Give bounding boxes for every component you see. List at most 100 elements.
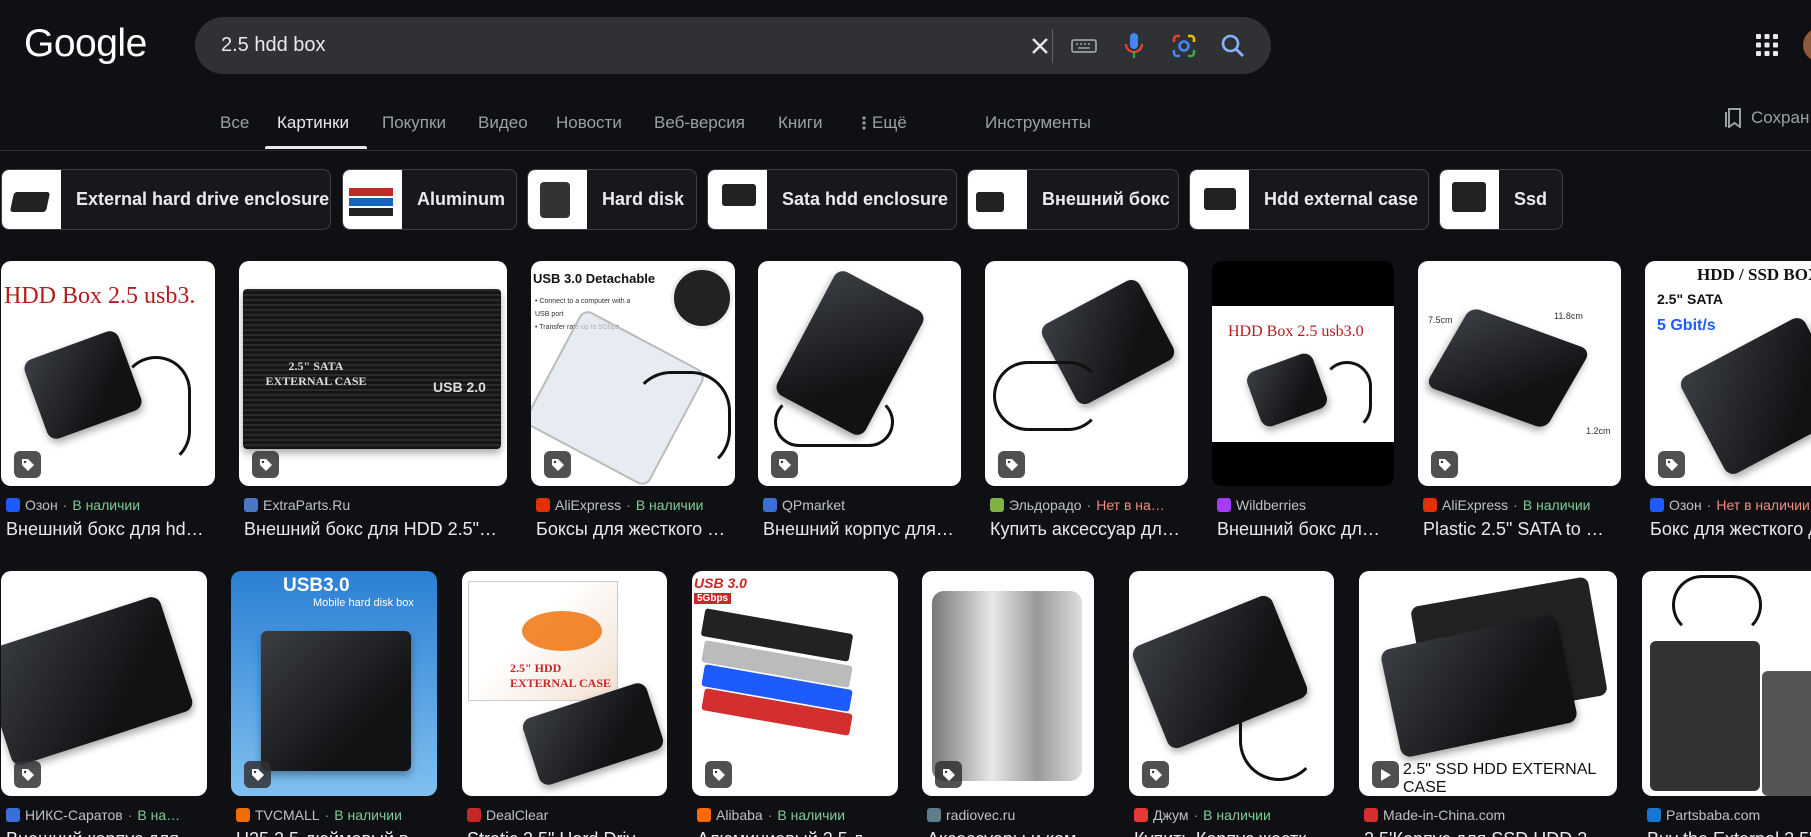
result-image: 2.5" HDD EXTERNAL CASE bbox=[462, 571, 667, 796]
chip-hard-disk[interactable]: Hard disk bbox=[527, 169, 697, 230]
result-source: Озон · Нет в наличии bbox=[1650, 497, 1810, 513]
tab-books[interactable]: Книги bbox=[778, 113, 822, 133]
tab-news[interactable]: Новости bbox=[556, 113, 622, 133]
video-play-icon[interactable] bbox=[1372, 761, 1399, 788]
stock-status: В наличии bbox=[334, 807, 402, 823]
tab-web[interactable]: Веб-версия bbox=[654, 113, 745, 133]
result-title[interactable]: Купить аксессуар дл… bbox=[990, 519, 1188, 540]
product-tag-icon[interactable] bbox=[998, 451, 1025, 478]
product-tag-icon[interactable] bbox=[252, 451, 279, 478]
result-title[interactable]: Внешний корпус для… bbox=[6, 829, 208, 837]
saved-label: Сохран bbox=[1751, 108, 1810, 127]
chip-sata-hdd-enclosure[interactable]: Sata hdd enclosure bbox=[707, 169, 957, 230]
apps-grid-icon[interactable] bbox=[1756, 34, 1778, 56]
source-favicon bbox=[1134, 808, 1148, 822]
source-name: Wildberries bbox=[1236, 497, 1307, 513]
image-caption: 2.5" HDD EXTERNAL CASE bbox=[510, 661, 612, 690]
product-tag-icon[interactable] bbox=[1658, 451, 1685, 478]
tab-shopping[interactable]: Покупки bbox=[382, 113, 446, 133]
chip-vneshniy-boks[interactable]: Внешний бокс bbox=[967, 169, 1179, 230]
result-image bbox=[1642, 571, 1811, 796]
image-caption: HDD Box 2.5 usb3. bbox=[4, 283, 196, 309]
tab-all[interactable]: Все bbox=[220, 113, 249, 133]
search-icon[interactable] bbox=[1216, 29, 1250, 63]
result-title[interactable]: Buy the External 2.5"… bbox=[1647, 829, 1811, 837]
stock-status: Нет в на… bbox=[1096, 497, 1165, 513]
tab-videos[interactable]: Видео bbox=[478, 113, 528, 133]
separator-dot: · bbox=[127, 807, 133, 823]
speed-badge: 5Gbps bbox=[694, 593, 732, 604]
tab-more[interactable]: Ещё bbox=[862, 113, 907, 133]
product-tag-icon[interactable] bbox=[14, 761, 41, 788]
separator-dot: · bbox=[62, 497, 68, 513]
source-name: AliExpress bbox=[1442, 497, 1509, 513]
result-title[interactable]: Боксы для жесткого … bbox=[536, 519, 736, 540]
chip-external-hard-drive-enclosure[interactable]: External hard drive enclosure bbox=[1, 169, 331, 230]
dimension-label: 1.2cm bbox=[1586, 426, 1611, 436]
result-title[interactable]: Внешний бокс дл… bbox=[1217, 519, 1395, 540]
microphone-icon[interactable] bbox=[1117, 29, 1151, 63]
google-logo[interactable]: Google bbox=[24, 22, 147, 66]
speed-label: 5 Gbit/s bbox=[1657, 317, 1716, 334]
google-lens-icon[interactable] bbox=[1167, 29, 1201, 63]
stock-status: Нет в наличии bbox=[1716, 497, 1810, 513]
stock-status: В наличии bbox=[635, 497, 704, 513]
chip-thumbnail bbox=[528, 170, 587, 229]
result-title[interactable]: 2.5'Корпус для SSD HDD 2… bbox=[1364, 829, 1618, 837]
product-tag-icon[interactable] bbox=[1142, 761, 1169, 788]
product-tag-icon[interactable] bbox=[544, 451, 571, 478]
result-title[interactable]: Купить Корпус жестк… bbox=[1134, 829, 1334, 837]
product-tag-icon[interactable] bbox=[705, 761, 732, 788]
keyboard-icon[interactable] bbox=[1067, 29, 1101, 63]
chip-thumbnail bbox=[343, 170, 402, 229]
result-source: radiovec.ru bbox=[927, 807, 1015, 823]
image-caption: USB 3.0 Detachable bbox=[533, 271, 656, 286]
active-tab-indicator bbox=[265, 146, 367, 149]
result-title[interactable]: Внешний корпус для… bbox=[763, 519, 961, 540]
result-title[interactable]: Бокс для жесткого д bbox=[1650, 519, 1811, 540]
source-favicon bbox=[763, 498, 777, 512]
result-source: ExtraParts.Ru bbox=[244, 497, 350, 513]
product-tag-icon[interactable] bbox=[1431, 451, 1458, 478]
result-title[interactable]: Plastic 2.5" SATA to … bbox=[1423, 519, 1621, 540]
search-input[interactable]: 2.5 hdd box bbox=[221, 34, 326, 57]
chip-ssd[interactable]: Ssd bbox=[1439, 169, 1563, 230]
chip-hdd-external-case[interactable]: Hdd external case bbox=[1189, 169, 1429, 230]
chip-aluminum[interactable]: Aluminum bbox=[342, 169, 517, 230]
image-caption: 11.8cm bbox=[1554, 311, 1583, 321]
search-box[interactable]: 2.5 hdd box bbox=[195, 17, 1271, 74]
source-favicon bbox=[1423, 498, 1437, 512]
result-title[interactable]: Внешний бокс для HDD 2.5"… bbox=[244, 519, 506, 540]
image-caption: 2.5" SATA EXTERNAL CASE bbox=[265, 359, 367, 388]
saved-button[interactable]: Сохран bbox=[1725, 108, 1809, 128]
stock-status: В наличии bbox=[777, 807, 846, 823]
source-name: Озон bbox=[25, 497, 58, 513]
tools-button[interactable]: Инструменты bbox=[985, 113, 1091, 133]
product-tag-icon[interactable] bbox=[771, 451, 798, 478]
dimension-label: 7.5cm bbox=[1428, 315, 1453, 325]
result-source: DealClear bbox=[467, 807, 548, 823]
chip-label: Sata hdd enclosure bbox=[782, 189, 949, 209]
chip-label: Внешний бокс bbox=[1042, 189, 1170, 209]
result-title[interactable]: Аксессуары и ком… bbox=[927, 829, 1095, 837]
result-source: Wildberries bbox=[1217, 497, 1306, 513]
product-tag-icon[interactable] bbox=[14, 451, 41, 478]
chip-label: Hdd external case bbox=[1264, 189, 1419, 209]
product-tag-icon[interactable] bbox=[935, 761, 962, 788]
source-name: Alibaba bbox=[716, 807, 763, 823]
source-name: AliExpress bbox=[555, 497, 622, 513]
result-title[interactable]: Алюминиевый 2.5 д… bbox=[697, 829, 899, 837]
source-favicon bbox=[1650, 498, 1664, 512]
result-title[interactable]: Stratic 2.5" Hard Driv… bbox=[467, 829, 667, 837]
result-title[interactable]: Внешний бокс для hd… bbox=[6, 519, 216, 540]
source-favicon bbox=[6, 808, 20, 822]
separator-dot: · bbox=[1086, 497, 1092, 513]
tab-images[interactable]: Картинки bbox=[277, 113, 349, 133]
chip-label: External hard drive enclosure bbox=[76, 189, 330, 209]
account-avatar[interactable] bbox=[1803, 28, 1811, 62]
result-title[interactable]: U25 2,5-дюймовый в… bbox=[236, 829, 438, 837]
source-favicon bbox=[244, 498, 258, 512]
product-tag-icon[interactable] bbox=[244, 761, 271, 788]
usb-label: USB 2.0 bbox=[433, 379, 486, 395]
result-image: 2.5" SATA EXTERNAL CASE USB 2.0 bbox=[239, 261, 507, 486]
